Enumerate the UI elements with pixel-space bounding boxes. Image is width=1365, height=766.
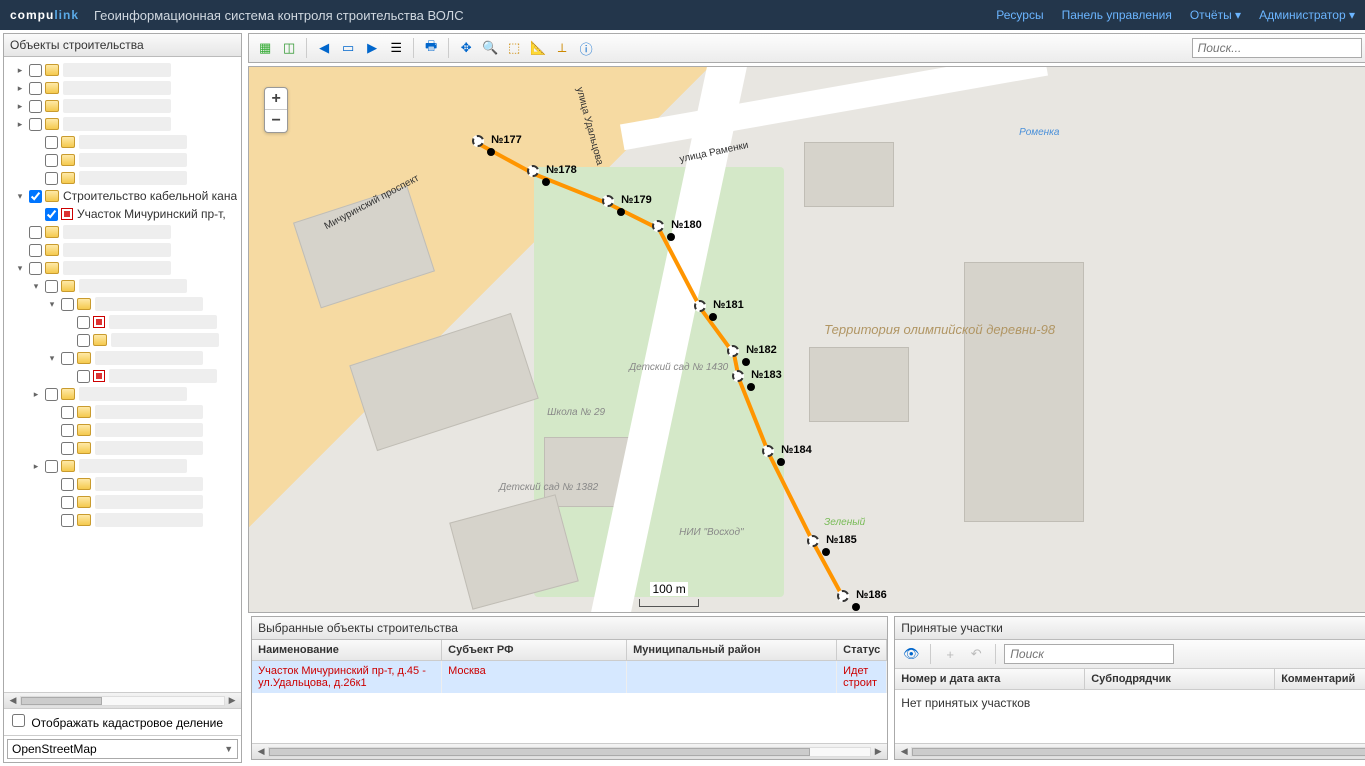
tree-item[interactable]: ▾xxxxxxxxxxxxxxxxxx (8, 349, 237, 367)
col-comment[interactable]: Комментарий (1275, 669, 1365, 689)
poi-label: НИИ "Восход" (679, 527, 743, 538)
tree-item[interactable]: xxxxxxxxxxxxxxxxxx (8, 331, 237, 349)
tree-item[interactable]: ▸xxxxxxxxxxxxxxxxxx (8, 61, 237, 79)
tool-crop-icon[interactable]: ⟂ (551, 37, 573, 59)
tool-zoom-icon[interactable]: 🔍 (479, 37, 501, 59)
tool-print-icon[interactable]: 🖶 (420, 37, 442, 59)
map-toolbar: ▦ ◫ ◀ ▭ ▶ ☰ 🖶 ✥ 🔍 ⬚ 📐 ⟂ ⓘ Д 37.487 Ш 55.… (248, 33, 1365, 63)
tool-extent-icon[interactable]: ⬚ (503, 37, 525, 59)
tree-item[interactable]: ▾xxxxxxxxxxxxxxxxxx (8, 259, 237, 277)
accepted-scrollbar[interactable]: ◀▶ (895, 743, 1365, 759)
table-row[interactable]: Участок Мичуринский пр-т, д.45 - ул.Удал… (252, 661, 887, 693)
selected-objects-panel: Выбранные объекты строительства Наименов… (251, 616, 888, 760)
nav-admin[interactable]: Администратор ▾ (1259, 8, 1355, 22)
tool-nav-prev-icon[interactable]: ◀ (313, 37, 335, 59)
poi-label: Детский сад № 1430 (629, 362, 728, 373)
tree-item[interactable]: xxxxxxxxxxxxxxxxxx (8, 511, 237, 529)
tree-item[interactable]: ▸xxxxxxxxxxxxxxxxxx (8, 385, 237, 403)
col-district[interactable]: Муниципальный район (627, 640, 837, 660)
tree-item[interactable]: xxxxxxxxxxxxxxxxxx (8, 169, 237, 187)
map-canvas[interactable]: Мичуринский проспект улица Удальцова ули… (248, 66, 1365, 613)
search-input[interactable] (1192, 38, 1362, 58)
app-title: Геоинформационная система контроля строи… (94, 8, 464, 23)
accepted-search-input[interactable] (1004, 644, 1174, 664)
poi-label: Территория олимпийской деревни-98 (824, 322, 1055, 337)
tree-item[interactable]: xxxxxxxxxxxxxxxxxx (8, 367, 237, 385)
tree-item[interactable]: xxxxxxxxxxxxxxxxxx (8, 313, 237, 331)
tree-item[interactable]: ▸xxxxxxxxxxxxxxxxxx (8, 457, 237, 475)
nav-reports[interactable]: Отчёты ▾ (1190, 8, 1241, 22)
poi-label: Детский сад № 1382 (499, 482, 598, 493)
tool-list-icon[interactable]: ☰ (385, 37, 407, 59)
nav-control-panel[interactable]: Панель управления (1062, 8, 1172, 22)
tool-layers-icon[interactable]: ◫ (278, 37, 300, 59)
tree-item[interactable]: xxxxxxxxxxxxxxxxxx (8, 421, 237, 439)
top-bar: compulink Геоинформационная система конт… (0, 0, 1365, 30)
zoom-in-button[interactable]: + (265, 88, 287, 110)
col-name[interactable]: Наименование (252, 640, 442, 660)
col-status[interactable]: Статус (837, 640, 887, 660)
tree-item[interactable]: xxxxxxxxxxxxxxxxxx (8, 241, 237, 259)
col-act[interactable]: Номер и дата акта (895, 669, 1085, 689)
basemap-select[interactable]: OpenStreetMap▼ (7, 739, 238, 759)
objects-tree[interactable]: ▸xxxxxxxxxxxxxxxxxx▸xxxxxxxxxxxxxxxxxx▸x… (4, 57, 241, 692)
tool-nav-next-icon[interactable]: ▶ (361, 37, 383, 59)
accepted-panel: Принятые участки 👁 + ↶ Номер и дата акта… (894, 616, 1365, 760)
zoom-control: + − (264, 87, 288, 133)
tool-nav-rect-icon[interactable]: ▭ (337, 37, 359, 59)
tree-item[interactable]: Участок Мичуринский пр-т, (8, 205, 237, 223)
view-button[interactable]: 👁 (900, 643, 922, 665)
tree-item[interactable]: xxxxxxxxxxxxxxxxxx (8, 439, 237, 457)
tool-pan-icon[interactable]: ✥ (455, 37, 477, 59)
tree-item[interactable]: ▸xxxxxxxxxxxxxxxxxx (8, 97, 237, 115)
col-sub[interactable]: Субподрядчик (1085, 669, 1275, 689)
logo: compulink (10, 6, 79, 24)
empty-message: Нет принятых участков (895, 690, 1365, 716)
tree-item[interactable]: xxxxxxxxxxxxxxxxxx (8, 493, 237, 511)
tree-item[interactable]: ▾Строительство кабельной кана (8, 187, 237, 205)
tool-grid-icon[interactable]: ▦ (254, 37, 276, 59)
tree-item[interactable]: xxxxxxxxxxxxxxxxxx (8, 475, 237, 493)
tree-item[interactable]: xxxxxxxxxxxxxxxxxx (8, 403, 237, 421)
tree-item[interactable]: ▸xxxxxxxxxxxxxxxxxx (8, 115, 237, 133)
poi-label: Зеленый (824, 517, 865, 528)
tree-item[interactable]: ▾xxxxxxxxxxxxxxxxxx (8, 277, 237, 295)
tool-measure-icon[interactable]: 📐 (527, 37, 549, 59)
selected-scrollbar[interactable]: ◀▶ (252, 743, 887, 759)
tree-item[interactable]: xxxxxxxxxxxxxxxxxx (8, 133, 237, 151)
poi-label: Школа № 29 (547, 407, 605, 418)
undo-button[interactable]: ↶ (965, 643, 987, 665)
tree-item[interactable]: ▸xxxxxxxxxxxxxxxxxx (8, 79, 237, 97)
tool-info-icon[interactable]: ⓘ (575, 37, 597, 59)
tree-item[interactable]: xxxxxxxxxxxxxxxxxx (8, 151, 237, 169)
tree-item[interactable]: ▾xxxxxxxxxxxxxxxxxx (8, 295, 237, 313)
scale-bar: 100 m (639, 599, 699, 607)
col-subject[interactable]: Субъект РФ (442, 640, 627, 660)
tree-scrollbar[interactable]: ◀▶ (4, 692, 241, 708)
objects-panel: Объекты строительства ▸xxxxxxxxxxxxxxxxx… (3, 33, 242, 763)
river-label: Роменка (1019, 127, 1059, 138)
cadastral-checkbox[interactable]: Отображать кадастровое деление (9, 716, 223, 730)
objects-panel-title: Объекты строительства (4, 34, 241, 57)
tree-item[interactable]: xxxxxxxxxxxxxxxxxx (8, 223, 237, 241)
zoom-out-button[interactable]: − (265, 110, 287, 132)
nav-resources[interactable]: Ресурсы (996, 8, 1043, 22)
add-button[interactable]: + (939, 643, 961, 665)
